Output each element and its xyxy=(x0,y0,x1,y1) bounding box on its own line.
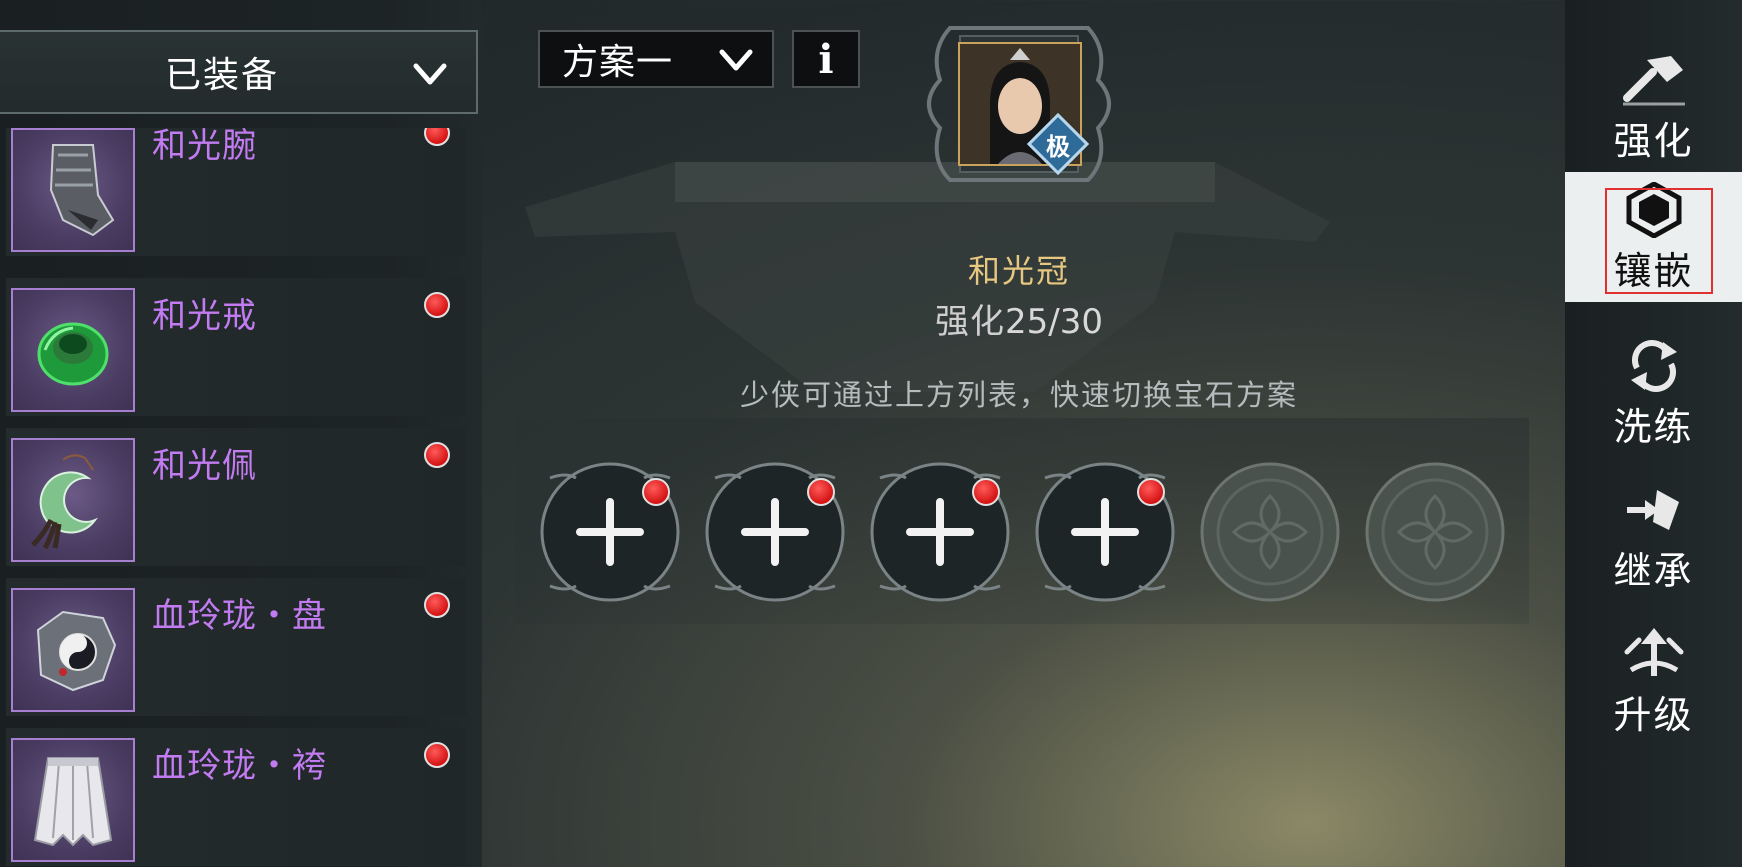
gem-plan-dropdown[interactable]: 方案一 xyxy=(538,30,774,88)
alert-dot xyxy=(424,442,450,468)
pleated-skirt-icon xyxy=(11,738,135,862)
tab-refine-label: 洗练 xyxy=(1613,405,1694,449)
alert-dot xyxy=(642,478,670,506)
tab-inlay[interactable]: 镶嵌 xyxy=(1565,172,1742,302)
equipment-name: 和光冠 xyxy=(967,252,1070,290)
tab-enhance[interactable]: 强化 xyxy=(1565,42,1742,172)
hammer-icon xyxy=(1622,56,1685,106)
equipped-filter-label: 已装备 xyxy=(164,55,279,96)
item-name: 血玲珑・袴 xyxy=(152,746,327,786)
info-icon: i xyxy=(818,35,834,83)
tab-upgrade-label: 升级 xyxy=(1613,693,1694,737)
function-tab-bar: 强化 镶嵌 洗练 继承 升级 xyxy=(1565,0,1742,867)
hint-text: 少侠可通过上方列表，快速切换宝石方案 xyxy=(739,378,1298,412)
chevron-down-icon xyxy=(413,63,447,85)
inherit-icon xyxy=(1626,490,1679,530)
selection-highlight xyxy=(1605,188,1713,294)
gem-socket[interactable] xyxy=(866,458,1014,606)
gem-socket[interactable] xyxy=(536,458,684,606)
lock-emblem-icon xyxy=(1365,462,1505,602)
strength-value: 25/30 xyxy=(1005,302,1103,342)
list-item[interactable]: 血玲珑・盘 xyxy=(6,578,466,716)
gem-socket[interactable] xyxy=(701,458,849,606)
item-name: 和光腕 xyxy=(152,128,257,166)
yin-yang-belt-icon xyxy=(11,588,135,712)
alert-dot xyxy=(424,592,450,618)
upgrade-icon xyxy=(1624,628,1683,676)
jade-pendant-icon xyxy=(11,438,135,562)
grade-badge-label: 极 xyxy=(1046,132,1070,161)
lock-emblem-icon xyxy=(1200,462,1340,602)
alert-dot xyxy=(972,478,1000,506)
tab-inherit-label: 继承 xyxy=(1613,549,1694,593)
strength-level: 强化25/30 xyxy=(0,294,1742,343)
gem-socket-locked[interactable] xyxy=(1196,458,1344,606)
equipment-list-panel: 已装备 和光腕 和光戒 和光佩 血玲珑・盘 血玲珑・袴 xyxy=(0,0,482,867)
gem-socket-locked[interactable] xyxy=(1361,458,1509,606)
equipment-list[interactable]: 和光腕 和光戒 和光佩 血玲珑・盘 血玲珑・袴 xyxy=(0,128,466,867)
tab-inherit[interactable]: 继承 xyxy=(1565,472,1742,602)
alert-dot xyxy=(424,128,450,146)
info-button[interactable]: i xyxy=(792,30,860,88)
refresh-icon xyxy=(1630,340,1677,392)
tab-refine[interactable]: 洗练 xyxy=(1565,328,1742,458)
bracer-icon xyxy=(11,128,135,252)
item-name: 血玲珑・盘 xyxy=(152,596,327,636)
equipped-filter-dropdown[interactable]: 已装备 xyxy=(0,30,478,114)
alert-dot xyxy=(807,478,835,506)
item-name: 和光佩 xyxy=(152,446,257,486)
tab-upgrade[interactable]: 升级 xyxy=(1565,616,1742,746)
list-item[interactable]: 血玲珑・袴 xyxy=(6,728,466,866)
tab-enhance-label: 强化 xyxy=(1613,119,1694,163)
gem-socket[interactable] xyxy=(1031,458,1179,606)
chevron-down-icon xyxy=(719,49,753,71)
list-item[interactable]: 和光腕 xyxy=(6,128,466,256)
strength-label: 强化 xyxy=(935,302,1005,342)
gem-plan-label: 方案一 xyxy=(562,42,674,83)
alert-dot xyxy=(1137,478,1165,506)
alert-dot xyxy=(424,742,450,768)
list-item[interactable]: 和光佩 xyxy=(6,428,466,566)
